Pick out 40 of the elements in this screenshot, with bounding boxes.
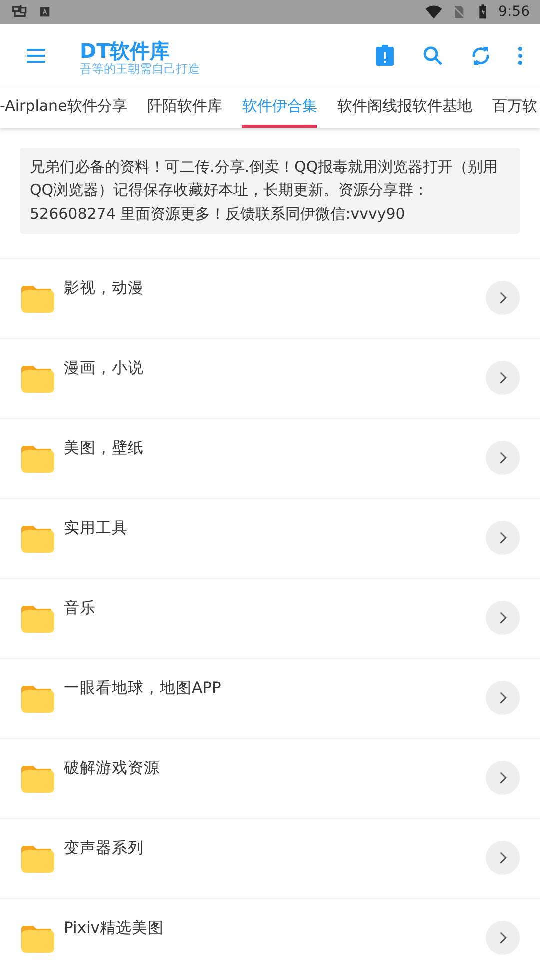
app-title: DT软件库 (80, 40, 172, 62)
open-button[interactable] (486, 441, 520, 476)
folder-row[interactable]: 影视，动漫 (0, 258, 540, 338)
folder-row[interactable]: 漫画，小说 (0, 338, 540, 418)
folder-name: Pixiv精选美图 (64, 918, 164, 939)
folder-row[interactable]: 破解游戏资源 (0, 738, 540, 818)
open-button[interactable] (486, 681, 520, 716)
folder-row[interactable]: 实用工具 (0, 498, 540, 578)
clipboard-alert-icon (373, 44, 397, 68)
search-icon (421, 44, 445, 68)
open-button[interactable] (486, 521, 520, 556)
open-button[interactable] (486, 841, 520, 876)
folder-name: 音乐 (64, 598, 96, 619)
open-button[interactable] (486, 921, 520, 956)
keyboard-icon (38, 5, 52, 19)
status-time: 9:56 (498, 2, 530, 22)
open-button[interactable] (486, 601, 520, 636)
folder-name: 一眼看地球，地图APP (64, 678, 222, 699)
notice-text: 兄弟们必备的资料！可二传.分享.倒卖！QQ报毒就用浏览器打开（别用QQ浏览器）记得保存收藏好本址，长期更新。资源分享群：526608274 里面资源更多！反馈联系同伊微信:vvvy90 (20, 148, 520, 234)
more-icon (518, 46, 523, 66)
folder-row[interactable]: 一眼看地球，地图APP (0, 658, 540, 738)
folder-name: 美图，壁纸 (64, 438, 144, 459)
open-button[interactable] (486, 281, 520, 316)
tab[interactable]: 软件阁线报软件基地 (337, 88, 472, 128)
folder-row[interactable]: 音乐 (0, 578, 540, 658)
tab[interactable]: 百万软 (492, 88, 538, 128)
folder-name: 影视，动漫 (64, 278, 144, 299)
app-subtitle: 吾等的王朝需自己打造 (80, 62, 200, 76)
folder-name: 漫画，小说 (64, 358, 144, 379)
tab[interactable]: -Airplane软件分享 (0, 88, 128, 128)
folder-row[interactable]: 变声器系列 (0, 818, 540, 898)
folder-name: 实用工具 (64, 518, 128, 539)
open-button[interactable] (486, 361, 520, 396)
open-button[interactable] (486, 761, 520, 796)
folder-row[interactable]: Pixiv精选美图 (0, 898, 540, 960)
folder-name: 破解游戏资源 (64, 758, 160, 779)
folder-name: 变声器系列 (64, 838, 144, 859)
wifi-icon (424, 3, 443, 21)
tab[interactable]: 阡陌软件库 (147, 88, 222, 128)
folder-row[interactable]: 美图，壁纸 (0, 418, 540, 498)
